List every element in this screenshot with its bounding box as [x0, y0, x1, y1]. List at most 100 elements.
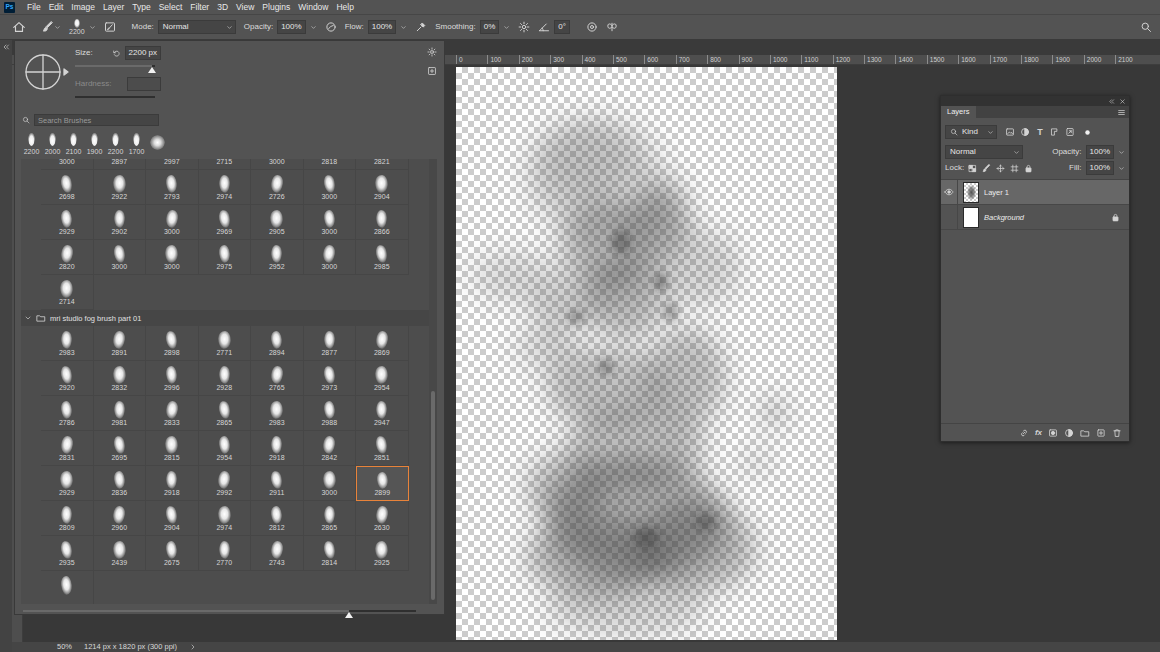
- lock-all-icon[interactable]: [1024, 164, 1033, 173]
- brush-group-header[interactable]: mri studio fog brush part 01: [21, 310, 429, 326]
- brush-list-scrollbar[interactable]: [429, 159, 437, 604]
- brush-preset[interactable]: 2771: [199, 326, 252, 361]
- brush-preset[interactable]: 2992: [199, 466, 252, 501]
- type-filter-icon[interactable]: T: [1035, 127, 1045, 137]
- smoothing-field-group[interactable]: 0%: [480, 20, 511, 34]
- brush-preset[interactable]: 3000: [146, 205, 199, 240]
- brush-preset[interactable]: 2925: [356, 536, 409, 571]
- brush-preset[interactable]: 2439: [94, 536, 147, 571]
- brush-preset[interactable]: 2812: [251, 501, 304, 536]
- status-menu-chevron-icon[interactable]: [189, 643, 197, 651]
- brush-preset[interactable]: 2698: [41, 170, 94, 205]
- preview-size-thumb[interactable]: [345, 612, 353, 618]
- pressure-size-icon[interactable]: [586, 21, 598, 33]
- brush-preset[interactable]: 2820: [41, 240, 94, 275]
- mode-dropdown[interactable]: Normal: [158, 20, 236, 34]
- panel-menu-icon[interactable]: [1117, 108, 1126, 117]
- brush-preset[interactable]: 2865: [304, 501, 357, 536]
- brush-preset[interactable]: 2832: [94, 361, 147, 396]
- filter-kind-dropdown[interactable]: Kind: [945, 125, 997, 139]
- dropdown-caret-icon[interactable]: [503, 24, 510, 31]
- recent-brush[interactable]: 1700: [126, 133, 147, 156]
- brush-preset[interactable]: 2997: [146, 159, 199, 170]
- adjustment-filter-icon[interactable]: [1020, 127, 1030, 137]
- brush-preset[interactable]: 2833: [146, 396, 199, 431]
- new-group-icon[interactable]: [1080, 428, 1090, 438]
- opacity-field-group[interactable]: 100%: [277, 20, 316, 34]
- brush-preset[interactable]: 2928: [199, 361, 252, 396]
- layers-tab[interactable]: Layers: [941, 106, 976, 118]
- brush-preset[interactable]: 2851: [356, 431, 409, 466]
- brush-preset[interactable]: 2918: [251, 431, 304, 466]
- brush-preset[interactable]: 2947: [356, 396, 409, 431]
- smoothing-field[interactable]: 0%: [480, 20, 500, 34]
- brush-preset[interactable]: 2897: [94, 159, 147, 170]
- menu-item[interactable]: View: [232, 2, 258, 12]
- close-panel-icon[interactable]: [1119, 98, 1126, 105]
- brush-preset[interactable]: 2836: [94, 466, 147, 501]
- brush-preset[interactable]: 2877: [304, 326, 357, 361]
- brush-preset[interactable]: 2743: [251, 536, 304, 571]
- menu-item[interactable]: Filter: [186, 2, 213, 12]
- recent-brush[interactable]: 2000: [42, 133, 63, 156]
- brush-preset[interactable]: 2714: [41, 275, 94, 310]
- brush-preset[interactable]: 2814: [304, 536, 357, 571]
- delete-layer-icon[interactable]: [1112, 428, 1122, 438]
- dropdown-caret-icon[interactable]: [1118, 149, 1125, 156]
- brush-preset[interactable]: 2902: [94, 205, 147, 240]
- brush-preset[interactable]: 2920: [41, 361, 94, 396]
- dropdown-caret-icon[interactable]: [400, 24, 407, 31]
- brush-preset[interactable]: 2952: [251, 240, 304, 275]
- brush-preset[interactable]: 2918: [146, 466, 199, 501]
- search-icon[interactable]: [1140, 21, 1152, 33]
- brush-preset[interactable]: 2818: [304, 159, 357, 170]
- brush-preset[interactable]: 2973: [304, 361, 357, 396]
- menu-item[interactable]: File: [23, 2, 45, 12]
- menu-item[interactable]: Image: [67, 2, 99, 12]
- collapse-panels-icon[interactable]: [2, 43, 10, 51]
- brush-preset[interactable]: 2969: [199, 205, 252, 240]
- brush-preset[interactable]: 2715: [199, 159, 252, 170]
- size-field[interactable]: 2200 px: [125, 46, 161, 60]
- smart-object-filter-icon[interactable]: [1065, 127, 1075, 137]
- lock-transparent-icon[interactable]: [968, 164, 977, 173]
- brush-preset[interactable]: 2786: [41, 396, 94, 431]
- new-layer-icon[interactable]: [1096, 428, 1106, 438]
- recent-brush[interactable]: 2200: [21, 133, 42, 156]
- visibility-toggle[interactable]: [941, 205, 958, 229]
- brush-panel-gear-icon[interactable]: [427, 47, 437, 57]
- menu-item[interactable]: Layer: [99, 2, 128, 12]
- brush-preset[interactable]: 2675: [146, 536, 199, 571]
- layer-name[interactable]: Background: [984, 213, 1024, 222]
- adjustment-layer-icon[interactable]: [1064, 428, 1074, 438]
- lock-artboard-icon[interactable]: [1010, 164, 1019, 173]
- brush-preset[interactable]: 2866: [356, 205, 409, 240]
- brush-preset[interactable]: 2983: [251, 396, 304, 431]
- brush-preset[interactable]: 2996: [146, 361, 199, 396]
- brush-preset[interactable]: 2831: [41, 431, 94, 466]
- reset-size-icon[interactable]: [112, 49, 121, 58]
- preview-size-slider[interactable]: [23, 610, 416, 612]
- brush-preset[interactable]: 2935: [41, 536, 94, 571]
- brush-preset[interactable]: 2898: [146, 326, 199, 361]
- angle-field[interactable]: 0°: [554, 20, 570, 34]
- brush-preset[interactable]: [41, 571, 94, 604]
- layer-style-icon[interactable]: fx: [1035, 428, 1042, 438]
- brush-preset[interactable]: 3000: [304, 170, 357, 205]
- brush-preset[interactable]: 2975: [199, 240, 252, 275]
- brush-preset[interactable]: 2869: [356, 326, 409, 361]
- search-brushes-field[interactable]: [34, 114, 159, 126]
- recent-brush[interactable]: 1900: [84, 133, 105, 156]
- recent-brush[interactable]: 2200: [105, 133, 126, 156]
- flow-field[interactable]: 100%: [368, 20, 396, 34]
- brush-preset[interactable]: 2981: [94, 396, 147, 431]
- brush-preset[interactable]: 2815: [146, 431, 199, 466]
- menu-item[interactable]: Select: [155, 2, 187, 12]
- brush-preset[interactable]: 2960: [94, 501, 147, 536]
- brush-preset[interactable]: 2891: [94, 326, 147, 361]
- brush-preset[interactable]: 2974: [199, 170, 252, 205]
- airbrush-icon[interactable]: [415, 21, 427, 33]
- brush-preset[interactable]: 2929: [41, 466, 94, 501]
- brush-preset[interactable]: 3000: [146, 240, 199, 275]
- tool-preset-picker[interactable]: [42, 21, 61, 33]
